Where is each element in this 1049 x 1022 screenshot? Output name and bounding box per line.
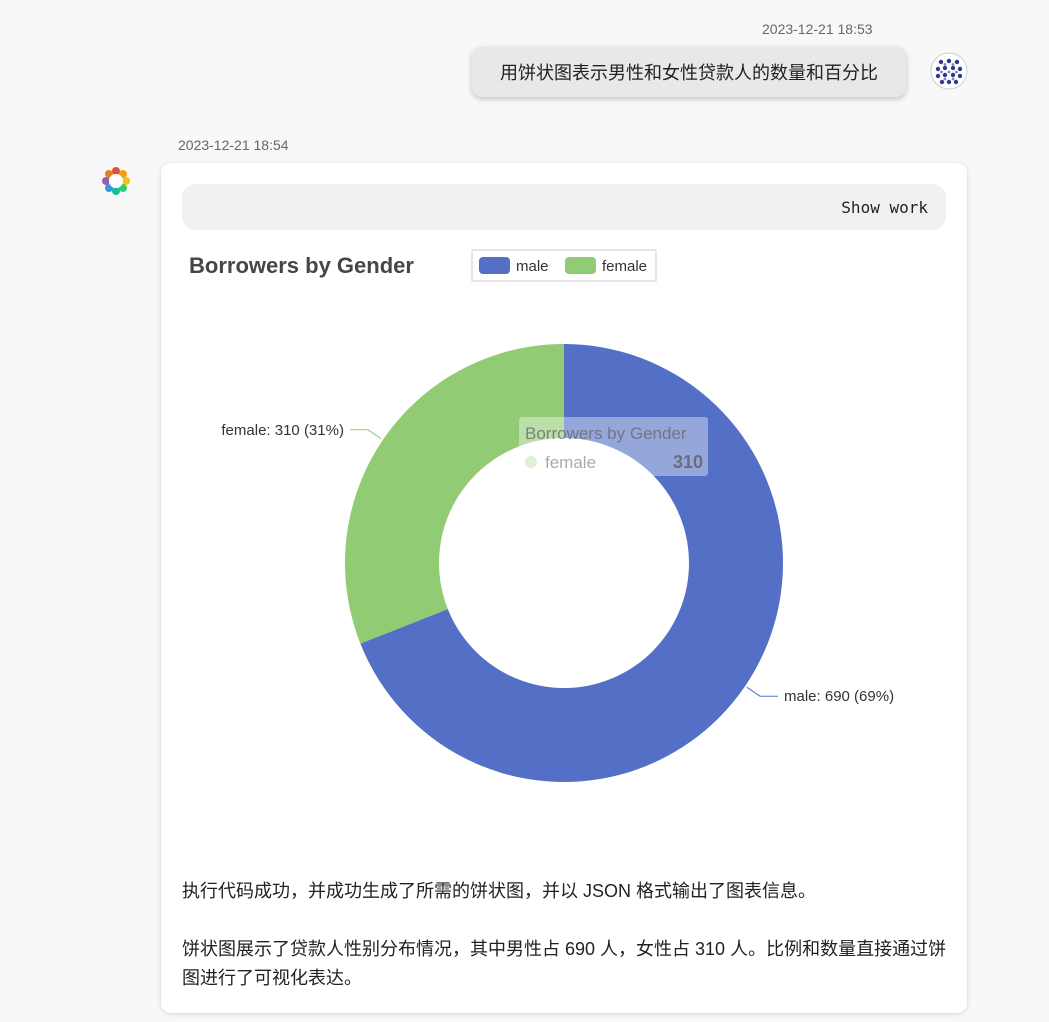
chart-title: Borrowers by Gender xyxy=(189,253,414,278)
user-message-bubble: 用饼状图表示男性和女性贷款人的数量和百分比 xyxy=(472,47,906,97)
label-line-female xyxy=(349,429,382,440)
legend-swatch-male[interactable] xyxy=(479,257,510,274)
assistant-message-card: Show work Borrowers by Gender male female… xyxy=(161,163,967,1013)
assistant-logo-icon xyxy=(102,167,130,195)
user-message-timestamp: 2023-12-21 18:53 xyxy=(762,21,873,37)
show-work-panel[interactable]: Show work xyxy=(182,184,946,230)
tooltip-title: Borrowers by Gender xyxy=(525,424,687,443)
tooltip-value: 310 xyxy=(673,452,703,472)
data-label-female: female: 310 (31%) xyxy=(221,422,344,439)
show-work-button[interactable]: Show work xyxy=(841,198,928,217)
assistant-message-text: 执行代码成功，并成功生成了所需的饼状图，并以 JSON 格式输出了图表信息。 饼… xyxy=(182,877,952,1022)
data-label-male: male: 690 (69%) xyxy=(784,688,894,705)
tooltip-series-marker xyxy=(525,456,537,468)
label-line-male xyxy=(746,686,779,697)
bot-message-timestamp: 2023-12-21 18:54 xyxy=(178,137,289,153)
user-message-text: 用饼状图表示男性和女性贷款人的数量和百分比 xyxy=(500,63,878,83)
legend-label-male[interactable]: male xyxy=(516,258,549,275)
pie-slice-female[interactable] xyxy=(345,344,564,644)
chart-tooltip: Borrowers by Gender female 310 xyxy=(519,417,708,476)
message-paragraph-2: 饼状图展示了贷款人性别分布情况，其中男性占 690 人，女性占 310 人。比例… xyxy=(182,939,947,988)
legend-swatch-female[interactable] xyxy=(565,257,596,274)
user-avatar-icon[interactable] xyxy=(930,52,968,90)
message-paragraph-1: 执行代码成功，并成功生成了所需的饼状图，并以 JSON 格式输出了图表信息。 xyxy=(182,881,817,901)
legend-label-female[interactable]: female xyxy=(602,258,647,275)
gender-pie-chart[interactable]: Borrowers by Gender male female male: 690… xyxy=(161,233,967,863)
tooltip-series-name: female xyxy=(545,453,596,472)
